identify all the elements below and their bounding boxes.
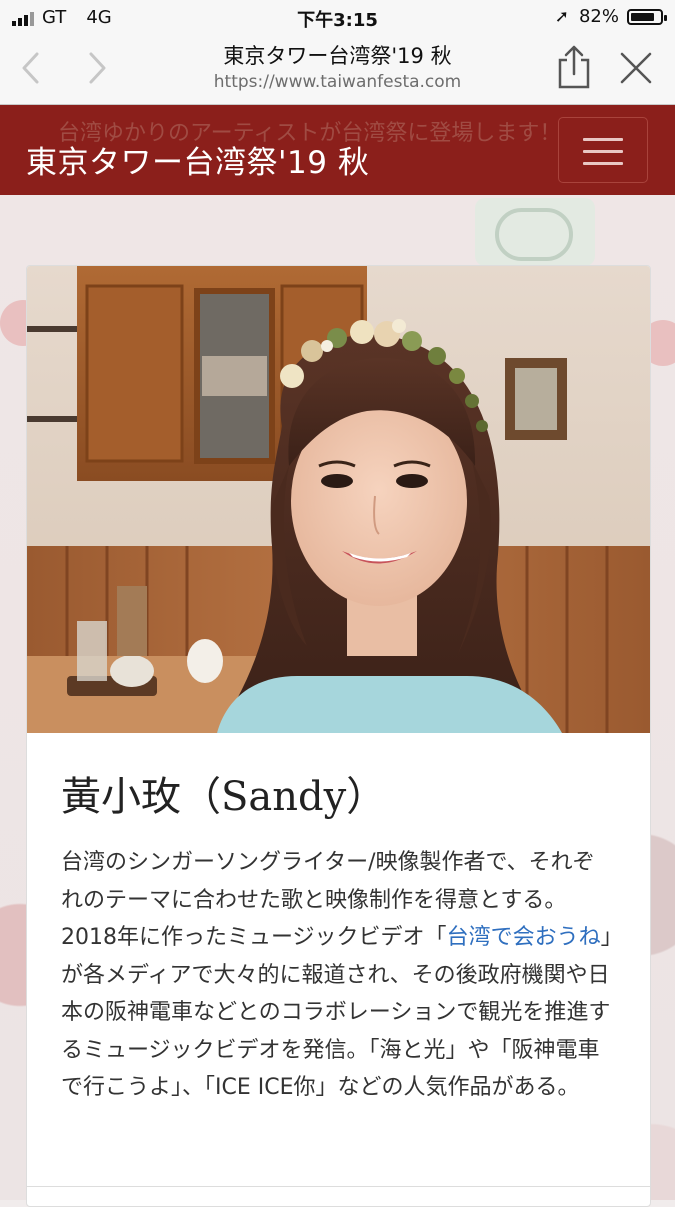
- battery-icon: [627, 8, 667, 25]
- close-icon[interactable]: [616, 48, 656, 88]
- artist-name: 黃小玫（Sandy）: [61, 774, 387, 820]
- artist-card: 黃小玫（Sandy） 台湾のシンガーソングライター/映像製作者で、それぞれのテー…: [26, 265, 651, 1207]
- bio-text-2: 」が各メディアで大々的に報道され、その後政府機関や日本の阪神電車などとのコラボレ…: [61, 925, 612, 1100]
- share-icon[interactable]: [553, 44, 595, 90]
- decorative-illustration: [475, 198, 595, 266]
- artist-bio: 台湾のシンガーソングライター/映像製作者で、それぞれのテーマに合わせた歌と映像制…: [61, 844, 613, 1107]
- mv-link[interactable]: 台湾で会おうね: [447, 925, 601, 950]
- card-divider: [27, 1186, 650, 1187]
- battery-percent: 82%: [578, 6, 619, 27]
- hamburger-menu-icon[interactable]: [558, 117, 648, 183]
- site-brand[interactable]: 東京タワー台湾祭'19 秋: [26, 137, 369, 182]
- browser-toolbar: 東京タワー台湾祭'19 秋 https://www.taiwanfesta.co…: [0, 34, 675, 105]
- site-header: 台湾ゆかりのアーティストが台湾祭に登場します！ 東京タワー台湾祭'19 秋: [0, 105, 675, 195]
- location-arrow-icon: ➚: [554, 6, 569, 27]
- status-bar: GT 4G 下午3:15 ➚ 82%: [0, 0, 675, 34]
- artist-photo: [27, 266, 650, 733]
- status-right: ➚ 82%: [554, 6, 667, 27]
